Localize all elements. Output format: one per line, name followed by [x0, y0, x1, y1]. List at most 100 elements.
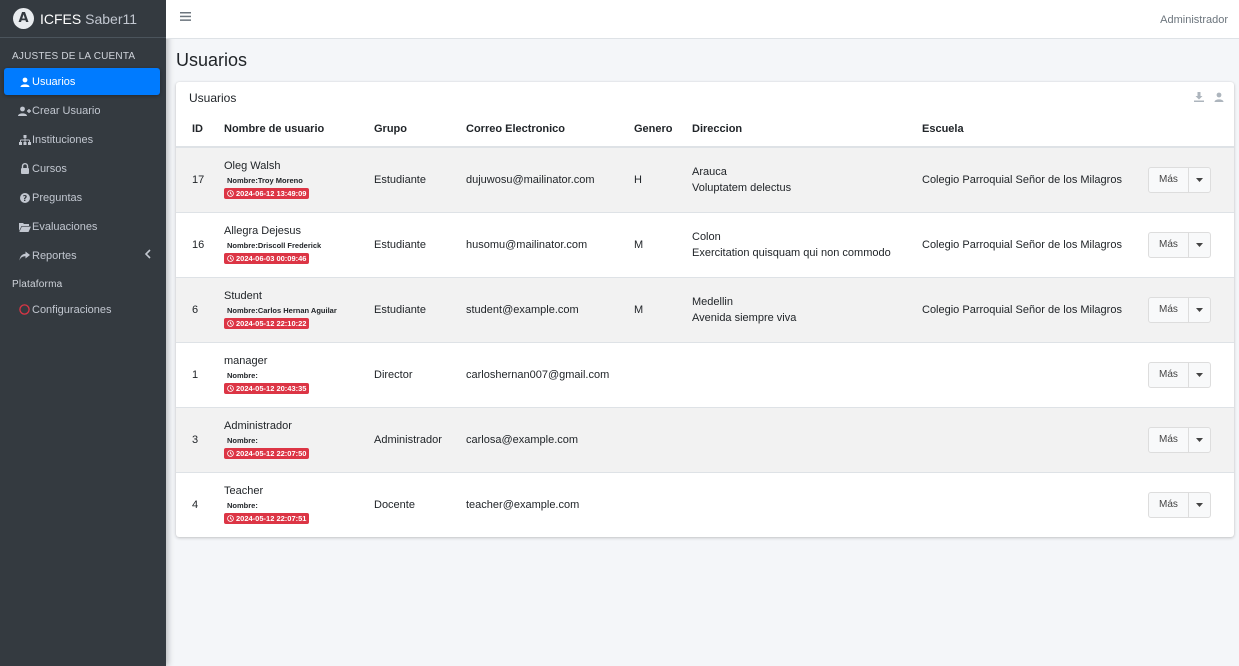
sidebar-item-label: Crear Usuario — [32, 104, 101, 117]
date-badge: 2024-06-12 13:49:09 — [224, 187, 310, 199]
cell-id: 4 — [176, 471, 216, 537]
brand-text: ICFES Saber11 — [40, 11, 137, 27]
actions-button-group: Más — [1148, 166, 1211, 193]
caret-down-icon — [1195, 372, 1203, 377]
brand-link[interactable]: A ICFES Saber11 — [0, 0, 166, 38]
cell-grupo: Docente — [366, 471, 458, 537]
cell-genero — [626, 471, 684, 537]
cell-grupo: Estudiante — [366, 211, 458, 277]
nav-header-platform: Plataforma — [12, 279, 63, 290]
sidebar-item-label: Reportes — [32, 249, 77, 262]
cell-id: 17 — [176, 146, 216, 212]
date-text: 2024-06-12 13:49:09 — [236, 188, 307, 198]
mas-button[interactable]: Más — [1149, 363, 1188, 387]
cell-direccion: Colon Exercitation quisquam qui non comm… — [684, 211, 914, 277]
cell-direccion — [684, 471, 914, 537]
cell-username: Allegra Dejesus Nombre:Driscoll Frederic… — [216, 211, 366, 277]
actions-button-group: Más — [1148, 231, 1211, 258]
caret-down-icon — [1195, 177, 1203, 182]
cell-escuela: Colegio Parroquial Señor de los Milagros — [914, 276, 1140, 342]
direccion-city: Arauca — [692, 165, 727, 178]
sidebar: A ICFES Saber11 AJUSTES DE LA CUENTA Usu… — [0, 0, 166, 666]
cell-grupo: Administrador — [366, 406, 458, 472]
fullname-text: Nombre: — [227, 435, 258, 445]
dropdown-toggle-button[interactable] — [1187, 492, 1210, 517]
sidebar-item-crear-usuario[interactable]: Crear Usuario — [4, 97, 160, 124]
fullname-text: Nombre:Carlos Hernan Aguilar — [227, 305, 337, 315]
dropdown-toggle-button[interactable] — [1187, 427, 1210, 452]
sidebar-item-configuraciones[interactable]: Configuraciones — [4, 296, 160, 323]
dropdown-toggle-button[interactable] — [1187, 232, 1210, 257]
sidebar-item-evaluaciones[interactable]: Evaluaciones — [4, 213, 160, 240]
dropdown-toggle-button[interactable] — [1187, 297, 1210, 322]
cell-correo: teacher@example.com — [458, 471, 626, 537]
sidebar-item-label: Instituciones — [32, 133, 94, 146]
column-header-direccion: Direccion — [684, 112, 914, 148]
sidebar-item-label: Evaluaciones — [32, 220, 98, 233]
cell-correo: husomu@mailinator.com — [458, 211, 626, 277]
cell-username: Oleg Walsh Nombre:Troy Moreno 2024-06-12… — [216, 146, 366, 212]
cell-id: 16 — [176, 211, 216, 277]
user-menu[interactable]: Administrador — [1160, 14, 1228, 26]
username-text: manager — [224, 354, 268, 367]
brand-suffix: Saber11 — [85, 10, 138, 27]
sitemap-icon — [17, 134, 32, 145]
cell-direccion — [684, 341, 914, 407]
actions-button-group: Más — [1148, 361, 1211, 388]
cell-genero — [626, 406, 684, 472]
username-text: Oleg Walsh — [224, 159, 281, 172]
mas-button[interactable]: Más — [1149, 493, 1188, 517]
brand-name: ICFES — [40, 10, 82, 27]
cell-username: manager Nombre: 2024-05-12 20:43:35 — [216, 341, 366, 407]
folder-open-icon — [17, 222, 32, 232]
cell-genero: M — [626, 276, 684, 342]
caret-down-icon — [1195, 437, 1203, 442]
chevron-left-icon — [144, 249, 151, 262]
cell-username: Student Nombre:Carlos Hernan Aguilar 202… — [216, 276, 366, 342]
direccion-city: Medellin — [692, 295, 733, 308]
dropdown-toggle-button[interactable] — [1187, 167, 1210, 192]
mas-button[interactable]: Más — [1149, 428, 1188, 452]
date-text: 2024-05-12 22:07:50 — [236, 448, 307, 458]
column-header-genero: Genero — [626, 112, 684, 148]
direccion-city: Colon — [692, 230, 721, 243]
mas-button[interactable]: Más — [1149, 233, 1188, 257]
mas-button[interactable]: Más — [1149, 298, 1188, 322]
user-icon[interactable] — [1214, 92, 1224, 102]
username-text: Student — [224, 289, 262, 302]
card-title: Usuarios — [189, 91, 237, 105]
cell-escuela: Colegio Parroquial Señor de los Milagros — [914, 146, 1140, 212]
column-header-grupo: Grupo — [366, 112, 458, 148]
page-title: Usuarios — [176, 50, 248, 70]
username-text: Teacher — [224, 484, 264, 497]
cell-escuela — [914, 341, 1140, 407]
lock-icon — [17, 163, 32, 174]
dropdown-toggle-button[interactable] — [1187, 362, 1210, 387]
column-header-escuela: Escuela — [914, 112, 1140, 148]
cell-actions: Más — [1140, 211, 1234, 277]
date-badge: 2024-05-12 22:07:51 — [224, 512, 310, 524]
cell-escuela: Colegio Parroquial Señor de los Milagros — [914, 211, 1140, 277]
download-icon[interactable] — [1194, 92, 1204, 102]
sidebar-item-preguntas[interactable]: ? Preguntas — [4, 184, 160, 211]
table-row: 17 Oleg Walsh Nombre:Troy Moreno 2024-06… — [176, 146, 1234, 212]
cell-genero: M — [626, 211, 684, 277]
sidebar-item-usuarios[interactable]: Usuarios — [4, 68, 160, 95]
table-row: 3 Administrador Nombre: 2024-05-12 22:07… — [176, 406, 1234, 472]
date-text: 2024-05-12 22:10:22 — [236, 318, 307, 328]
sidebar-item-cursos[interactable]: Cursos — [4, 155, 160, 182]
mas-button[interactable]: Más — [1149, 168, 1188, 192]
caret-down-icon — [1195, 502, 1203, 507]
cell-escuela — [914, 406, 1140, 472]
direccion-street: Voluptatem delectus — [692, 181, 792, 194]
sidebar-item-reportes[interactable]: Reportes — [4, 242, 160, 269]
sidebar-item-instituciones[interactable]: Instituciones — [4, 126, 160, 153]
hamburger-menu-icon[interactable] — [180, 12, 191, 24]
cell-actions: Más — [1140, 406, 1234, 472]
sidebar-item-label: Cursos — [32, 162, 67, 175]
clock-icon — [227, 514, 234, 522]
date-text: 2024-05-12 20:43:35 — [236, 383, 307, 393]
clock-icon — [227, 449, 234, 457]
cell-correo: student@example.com — [458, 276, 626, 342]
column-header-actions — [1140, 112, 1234, 148]
